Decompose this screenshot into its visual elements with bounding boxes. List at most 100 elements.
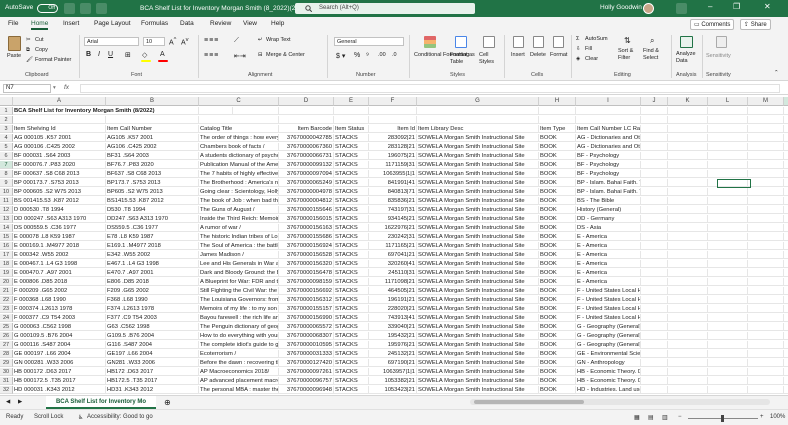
cell-f18[interactable]: 320260|41 xyxy=(369,260,417,268)
cell-c15[interactable]: The historic Indian tribes of Louisian xyxy=(199,233,279,241)
cell-g21[interactable]: SOWELA Morgan Smith Instructional Site xyxy=(417,287,539,295)
cell-g30[interactable]: SOWELA Morgan Smith Instructional Site xyxy=(417,368,539,376)
cell-empty[interactable] xyxy=(641,278,668,286)
cell-d7[interactable]: 37670000099132 xyxy=(279,161,334,169)
row-header[interactable]: 9 xyxy=(0,179,13,187)
cell-i22[interactable]: F - United States Local History xyxy=(576,296,641,304)
cell-empty[interactable] xyxy=(708,332,748,340)
cell-empty[interactable] xyxy=(748,125,784,133)
cell-a9[interactable]: BP 000173.7 .S753 2013 xyxy=(13,179,106,187)
cell-f20[interactable]: 1171098|21 xyxy=(369,278,417,286)
cell-d32[interactable]: 37670000096948 xyxy=(279,386,334,394)
cell-c25[interactable]: The Penguin dictionary of geograph xyxy=(199,323,279,331)
row-header[interactable]: 16 xyxy=(0,242,13,250)
cell-i32[interactable]: HD - Industries. Land use. Labor xyxy=(576,386,641,394)
cell-empty[interactable] xyxy=(641,260,668,268)
cell-empty[interactable] xyxy=(748,260,784,268)
cell-e10[interactable]: STACKS xyxy=(334,188,369,196)
cell-empty[interactable] xyxy=(748,116,784,124)
cell-i19[interactable]: E - America xyxy=(576,269,641,277)
underline-icon[interactable]: U xyxy=(108,51,113,58)
cell-empty[interactable] xyxy=(641,161,668,169)
cell-empty[interactable] xyxy=(641,251,668,259)
cell-empty[interactable] xyxy=(708,206,748,214)
sort-filter-button[interactable]: Sort & Filter xyxy=(618,48,640,62)
worksheet-grid[interactable]: ABCDEFGHIJKLMNO 1BCA Shelf List for Inve… xyxy=(0,97,788,395)
cell-a4[interactable]: AG 000105 .K57 2001 xyxy=(13,134,106,142)
cell-empty[interactable] xyxy=(708,134,748,142)
cell-g3[interactable]: Item Library Desc xyxy=(417,125,539,133)
cell-d6[interactable]: 37670000066731 xyxy=(279,152,334,160)
cell-d29[interactable]: 37670000127420 xyxy=(279,359,334,367)
row-header[interactable]: 2 xyxy=(0,116,13,124)
pen-icon[interactable] xyxy=(676,3,687,14)
cell-g1[interactable] xyxy=(417,107,539,115)
cell-i14[interactable]: DS - Asia xyxy=(576,224,641,232)
cell-empty[interactable] xyxy=(784,125,788,133)
cell-c1[interactable] xyxy=(199,107,279,115)
decrease-font-icon[interactable]: Av xyxy=(181,37,189,46)
cell-empty[interactable] xyxy=(748,251,784,259)
cell-empty[interactable] xyxy=(748,386,784,394)
cell-h2[interactable] xyxy=(539,116,576,124)
cell-empty[interactable] xyxy=(708,197,748,205)
cell-h7[interactable]: BOOK xyxy=(539,161,576,169)
cell-f3[interactable]: Item Id xyxy=(369,125,417,133)
comma-icon[interactable]: ⁹ xyxy=(366,52,369,59)
cell-d18[interactable]: 37670000156320 xyxy=(279,260,334,268)
cell-empty[interactable] xyxy=(641,143,668,151)
cell-d10[interactable]: 37670000004978 xyxy=(279,188,334,196)
cell-h4[interactable]: BOOK xyxy=(539,134,576,142)
column-header-f[interactable]: F xyxy=(369,97,417,106)
cell-i1[interactable] xyxy=(576,107,641,115)
cell-e27[interactable]: STACKS xyxy=(334,341,369,349)
zoom-in-icon[interactable]: + xyxy=(760,414,764,420)
cell-i2[interactable] xyxy=(576,116,641,124)
cell-empty[interactable] xyxy=(668,341,708,349)
cell-i29[interactable]: GN - Anthropology xyxy=(576,359,641,367)
cell-empty[interactable] xyxy=(708,305,748,313)
cell-e19[interactable]: STACKS xyxy=(334,269,369,277)
cell-g19[interactable]: SOWELA Morgan Smith Instructional Site xyxy=(417,269,539,277)
cell-empty[interactable] xyxy=(748,341,784,349)
cell-a14[interactable]: DS 000559.5 .C36 1977 xyxy=(13,224,106,232)
cell-g9[interactable]: SOWELA Morgan Smith Instructional Site xyxy=(417,179,539,187)
collapse-ribbon-icon[interactable]: ⌃ xyxy=(774,70,779,76)
cell-empty[interactable] xyxy=(668,179,708,187)
cell-c2[interactable] xyxy=(199,116,279,124)
cell-empty[interactable] xyxy=(784,296,788,304)
cell-f12[interactable]: 743197|31 xyxy=(369,206,417,214)
cell-empty[interactable] xyxy=(784,278,788,286)
cell-e6[interactable]: STACKS xyxy=(334,152,369,160)
cell-empty[interactable] xyxy=(784,224,788,232)
cell-empty[interactable] xyxy=(708,350,748,358)
insert-cells-icon[interactable] xyxy=(513,36,524,48)
prev-sheet-icon[interactable]: ◀ xyxy=(6,399,10,405)
cell-h8[interactable]: BOOK xyxy=(539,170,576,178)
cell-empty[interactable] xyxy=(784,134,788,142)
cell-empty[interactable] xyxy=(641,332,668,340)
cell-b11[interactable]: BS1415.53 .K87 2012 xyxy=(106,197,199,205)
cell-e3[interactable]: Item Status xyxy=(334,125,369,133)
cell-a18[interactable]: E 000467.1 .L4 G3 1998 xyxy=(13,260,106,268)
sensitivity-button[interactable]: Sensitivity xyxy=(706,53,731,59)
cell-e2[interactable] xyxy=(334,116,369,124)
cell-empty[interactable] xyxy=(784,377,788,385)
redo-icon[interactable] xyxy=(96,3,107,14)
cell-empty[interactable] xyxy=(784,332,788,340)
cell-empty[interactable] xyxy=(641,107,668,115)
cell-h18[interactable]: BOOK xyxy=(539,260,576,268)
row-header[interactable]: 18 xyxy=(0,260,13,268)
cell-c11[interactable]: The book of Job : when bad things h xyxy=(199,197,279,205)
cell-empty[interactable] xyxy=(668,125,708,133)
delete-cells-icon[interactable] xyxy=(533,36,544,48)
fill-button[interactable]: Fill xyxy=(585,46,592,52)
cell-c14[interactable]: A rumor of war / xyxy=(199,224,279,232)
cell-d9[interactable]: 37670000065249 xyxy=(279,179,334,187)
cell-c21[interactable]: Still Fighting the Civil War: the Ame xyxy=(199,287,279,295)
cell-a30[interactable]: HB 000172 .D63 2017 xyxy=(13,368,106,376)
cell-e21[interactable]: STACKS xyxy=(334,287,369,295)
find-select-icon[interactable]: ⌕ xyxy=(650,36,654,46)
cell-c16[interactable]: The Soul of America : the battle for xyxy=(199,242,279,250)
cell-empty[interactable] xyxy=(784,341,788,349)
